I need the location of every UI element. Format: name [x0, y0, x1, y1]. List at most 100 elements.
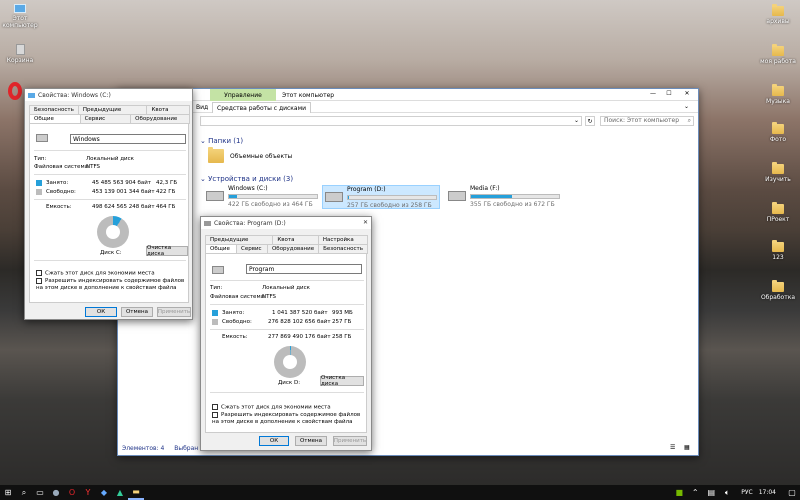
ok-button[interactable]: ОК	[259, 436, 289, 446]
drive-name-input[interactable]: Program	[246, 264, 362, 274]
drive-name: Media (F:)	[470, 185, 500, 192]
opera-icon[interactable]: O	[64, 485, 80, 500]
yandex-icon[interactable]: Y	[80, 485, 96, 500]
folder-icon	[208, 147, 224, 163]
folder-item-3d-objects[interactable]: Объемные объекты	[208, 147, 293, 163]
volume-icon[interactable]: 🔈︎	[719, 485, 735, 500]
cancel-button[interactable]: Отмена	[295, 436, 327, 446]
ribbon-tab-view[interactable]: Вид	[196, 104, 208, 111]
desktop-icon-label: Корзина	[6, 57, 34, 64]
type-value: Локальный диск	[262, 285, 310, 291]
opera-icon[interactable]	[8, 82, 22, 100]
search-icon[interactable]: ⌕	[16, 485, 32, 500]
fs-label: Файловая система:	[34, 164, 90, 170]
folder-icon	[772, 84, 784, 96]
drive-usage-bar	[470, 194, 560, 199]
index-checkbox[interactable]: Разрешить индексировать содержимое файло…	[36, 278, 186, 292]
clock[interactable]: 17:04	[759, 489, 776, 496]
refresh-icon[interactable]: ↻	[585, 116, 595, 126]
free-bytes: 276 828 102 656 байт	[268, 319, 331, 325]
dialog-title: Свойства: Program (D:)	[214, 219, 286, 227]
drive-item-selected[interactable]: Program (D:) 257 ГБ свободно из 258 ГБ	[322, 185, 440, 209]
desktop-icon-this-pc[interactable]: Этот компьютер	[0, 4, 40, 29]
index-checkbox[interactable]: Разрешить индексировать содержимое файло…	[212, 412, 364, 426]
details-view-icon[interactable]: ☰	[670, 444, 675, 451]
disk-cleanup-button[interactable]: Очистка диска	[320, 375, 364, 387]
ok-button[interactable]: ОК	[85, 307, 117, 317]
folders-group-header[interactable]: ⌄ Папки (1)	[200, 137, 243, 145]
ribbon-context-tab[interactable]: Управление	[210, 89, 276, 101]
maximize-button[interactable]: ☐	[662, 90, 676, 97]
drive-name-input[interactable]: Windows	[70, 134, 186, 144]
close-button[interactable]: ✕	[680, 90, 694, 97]
notifications-icon[interactable]: ▢	[784, 485, 800, 500]
desktop-icon-folder[interactable]: архивы	[758, 4, 798, 25]
divider	[34, 174, 186, 175]
explorer-titlebar: Управление Этот компьютер — ☐ ✕	[118, 89, 698, 101]
tray-icon[interactable]: ⌃	[687, 485, 703, 500]
desktop-icon-folder[interactable]: Обработка	[758, 280, 798, 301]
disk-cleanup-button[interactable]: Очистка диска	[146, 245, 188, 257]
free-label: Свободно:	[222, 319, 252, 325]
cancel-button[interactable]: Отмена	[121, 307, 153, 317]
desktop-icon-folder[interactable]: Фото	[758, 122, 798, 143]
close-icon[interactable]: ✕	[363, 219, 368, 226]
general-tab-panel: Windows Тип: Локальный диск Файловая сис…	[29, 123, 189, 303]
minimize-button[interactable]: —	[646, 90, 660, 97]
drive-usage-bar	[228, 194, 318, 199]
drive-free: 257 ГБ свободно из 258 ГБ	[347, 202, 432, 209]
folder-icon	[772, 44, 784, 56]
desktop-icon-folder[interactable]: 123	[758, 240, 798, 261]
nvidia-icon[interactable]: ■	[671, 485, 687, 500]
usage-donut-chart	[274, 346, 306, 378]
chevron-down-icon[interactable]: ⌄	[574, 117, 579, 124]
desktop-icon-folder[interactable]: моя работа	[758, 44, 798, 65]
drive-name: Windows (C:)	[228, 185, 268, 192]
network-icon[interactable]: ▤	[703, 485, 719, 500]
drive-item[interactable]: Media (F:) 355 ГБ свободно из 672 ГБ	[448, 185, 560, 209]
drive-usage-fill	[229, 195, 237, 198]
dialog-title: Свойства: Windows (C:)	[38, 91, 111, 99]
capacity-bytes: 277 869 490 176 байт	[268, 334, 331, 340]
language-indicator[interactable]: РУС	[741, 489, 752, 496]
apply-button[interactable]: Применить	[333, 436, 367, 446]
checkbox-box[interactable]	[212, 412, 218, 418]
free-gb: 257 ГБ	[332, 319, 352, 325]
task-view-icon[interactable]: ▭	[32, 485, 48, 500]
file-explorer-icon[interactable]: ▬	[128, 485, 144, 500]
desktop-icon-folder[interactable]: Музыка	[758, 84, 798, 105]
folder-item-label: Объемные объекты	[230, 152, 293, 160]
desktop-icon-label: Обработка	[760, 294, 796, 301]
desktop-icon-folder[interactable]: ПРоект	[758, 202, 798, 223]
fs-value: NTFS	[86, 164, 101, 170]
search-input[interactable]: Поиск: Этот компьютер ⌕	[600, 116, 694, 126]
windows-drive-icon	[36, 134, 48, 142]
apply-button[interactable]: Применить	[157, 307, 191, 317]
checkbox-box[interactable]	[36, 278, 42, 284]
free-label: Свободно:	[46, 189, 76, 195]
checkbox-box[interactable]	[36, 270, 42, 276]
ribbon-expand-icon[interactable]: ⌄	[684, 103, 689, 110]
folder-icon	[772, 202, 784, 214]
steam-icon[interactable]: ●	[48, 485, 64, 500]
desktop-icon-label: архивы	[766, 18, 790, 25]
checkbox-box[interactable]	[212, 404, 218, 410]
tiles-view-icon[interactable]: ▦	[684, 444, 690, 451]
used-swatch	[212, 310, 218, 316]
dialog-titlebar: Свойства: Program (D:) ✕	[201, 217, 371, 229]
app-icon[interactable]: ◆	[96, 485, 112, 500]
compress-checkbox[interactable]: Сжать этот диск для экономии места	[36, 270, 155, 277]
address-bar[interactable]: ⌄	[200, 116, 582, 126]
computer-icon	[14, 4, 26, 13]
divider	[210, 392, 364, 393]
drives-group-header[interactable]: ⌄ Устройства и диски (3)	[200, 175, 293, 183]
ribbon-subtab-drive-tools[interactable]: Средства работы с дисками	[212, 102, 312, 113]
start-windows-icon[interactable]: ⊞	[0, 485, 16, 500]
app-icon[interactable]: ▲	[112, 485, 128, 500]
desktop-icon-recycle-bin[interactable]: Корзина	[0, 44, 40, 64]
status-items: Элементов: 4	[122, 445, 165, 452]
used-label: Занято:	[46, 180, 69, 186]
drive-item[interactable]: Windows (C:) 422 ГБ свободно из 464 ГБ	[206, 185, 318, 209]
desktop-icon-folder[interactable]: Изучить	[758, 162, 798, 183]
compress-checkbox[interactable]: Сжать этот диск для экономии места	[212, 404, 331, 411]
